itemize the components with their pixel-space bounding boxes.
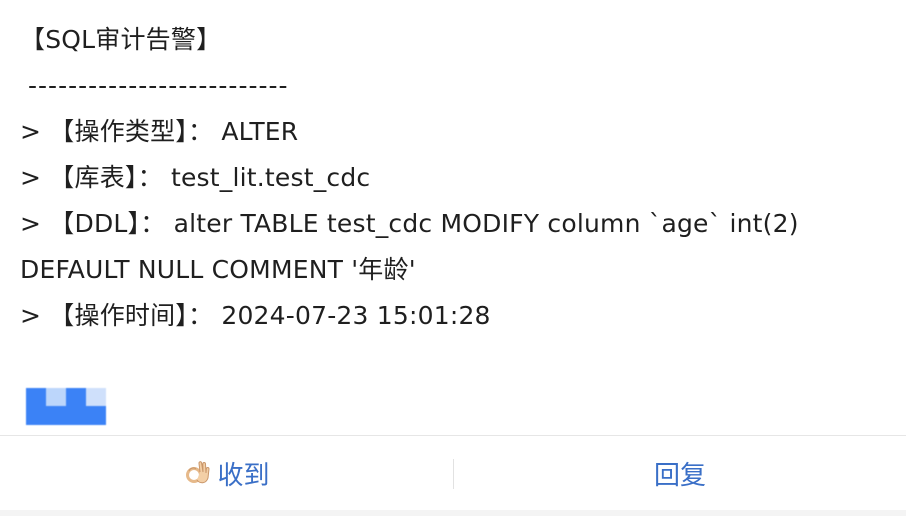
reply-button[interactable]: 回复 bbox=[454, 436, 906, 510]
message-title: 【SQL审计告警】 bbox=[20, 25, 222, 54]
received-button[interactable]: 收到 bbox=[0, 436, 453, 510]
ok-hand-icon bbox=[183, 458, 213, 488]
message-card: 【SQL审计告警】 -------------------------- > 【… bbox=[0, 0, 906, 516]
blurred-avatar bbox=[26, 388, 106, 425]
received-label: 收到 bbox=[217, 460, 270, 491]
reply-label: 回复 bbox=[653, 460, 706, 491]
bottom-strip bbox=[0, 510, 906, 516]
ddl-line: > 【DDL】： alter TABLE test_cdc MODIFY col… bbox=[20, 209, 799, 238]
ddl-line-continuation: DEFAULT NULL COMMENT '年龄' bbox=[20, 255, 416, 284]
operation-type-line: > 【操作类型】： ALTER bbox=[20, 117, 299, 146]
database-table-line: > 【库表】： test_lit.test_cdc bbox=[20, 163, 371, 192]
action-bar: 收到 回复 bbox=[0, 436, 906, 510]
message-divider: -------------------------- bbox=[28, 71, 289, 100]
operation-time-line: > 【操作时间】： 2024-07-23 15:01:28 bbox=[20, 301, 491, 330]
